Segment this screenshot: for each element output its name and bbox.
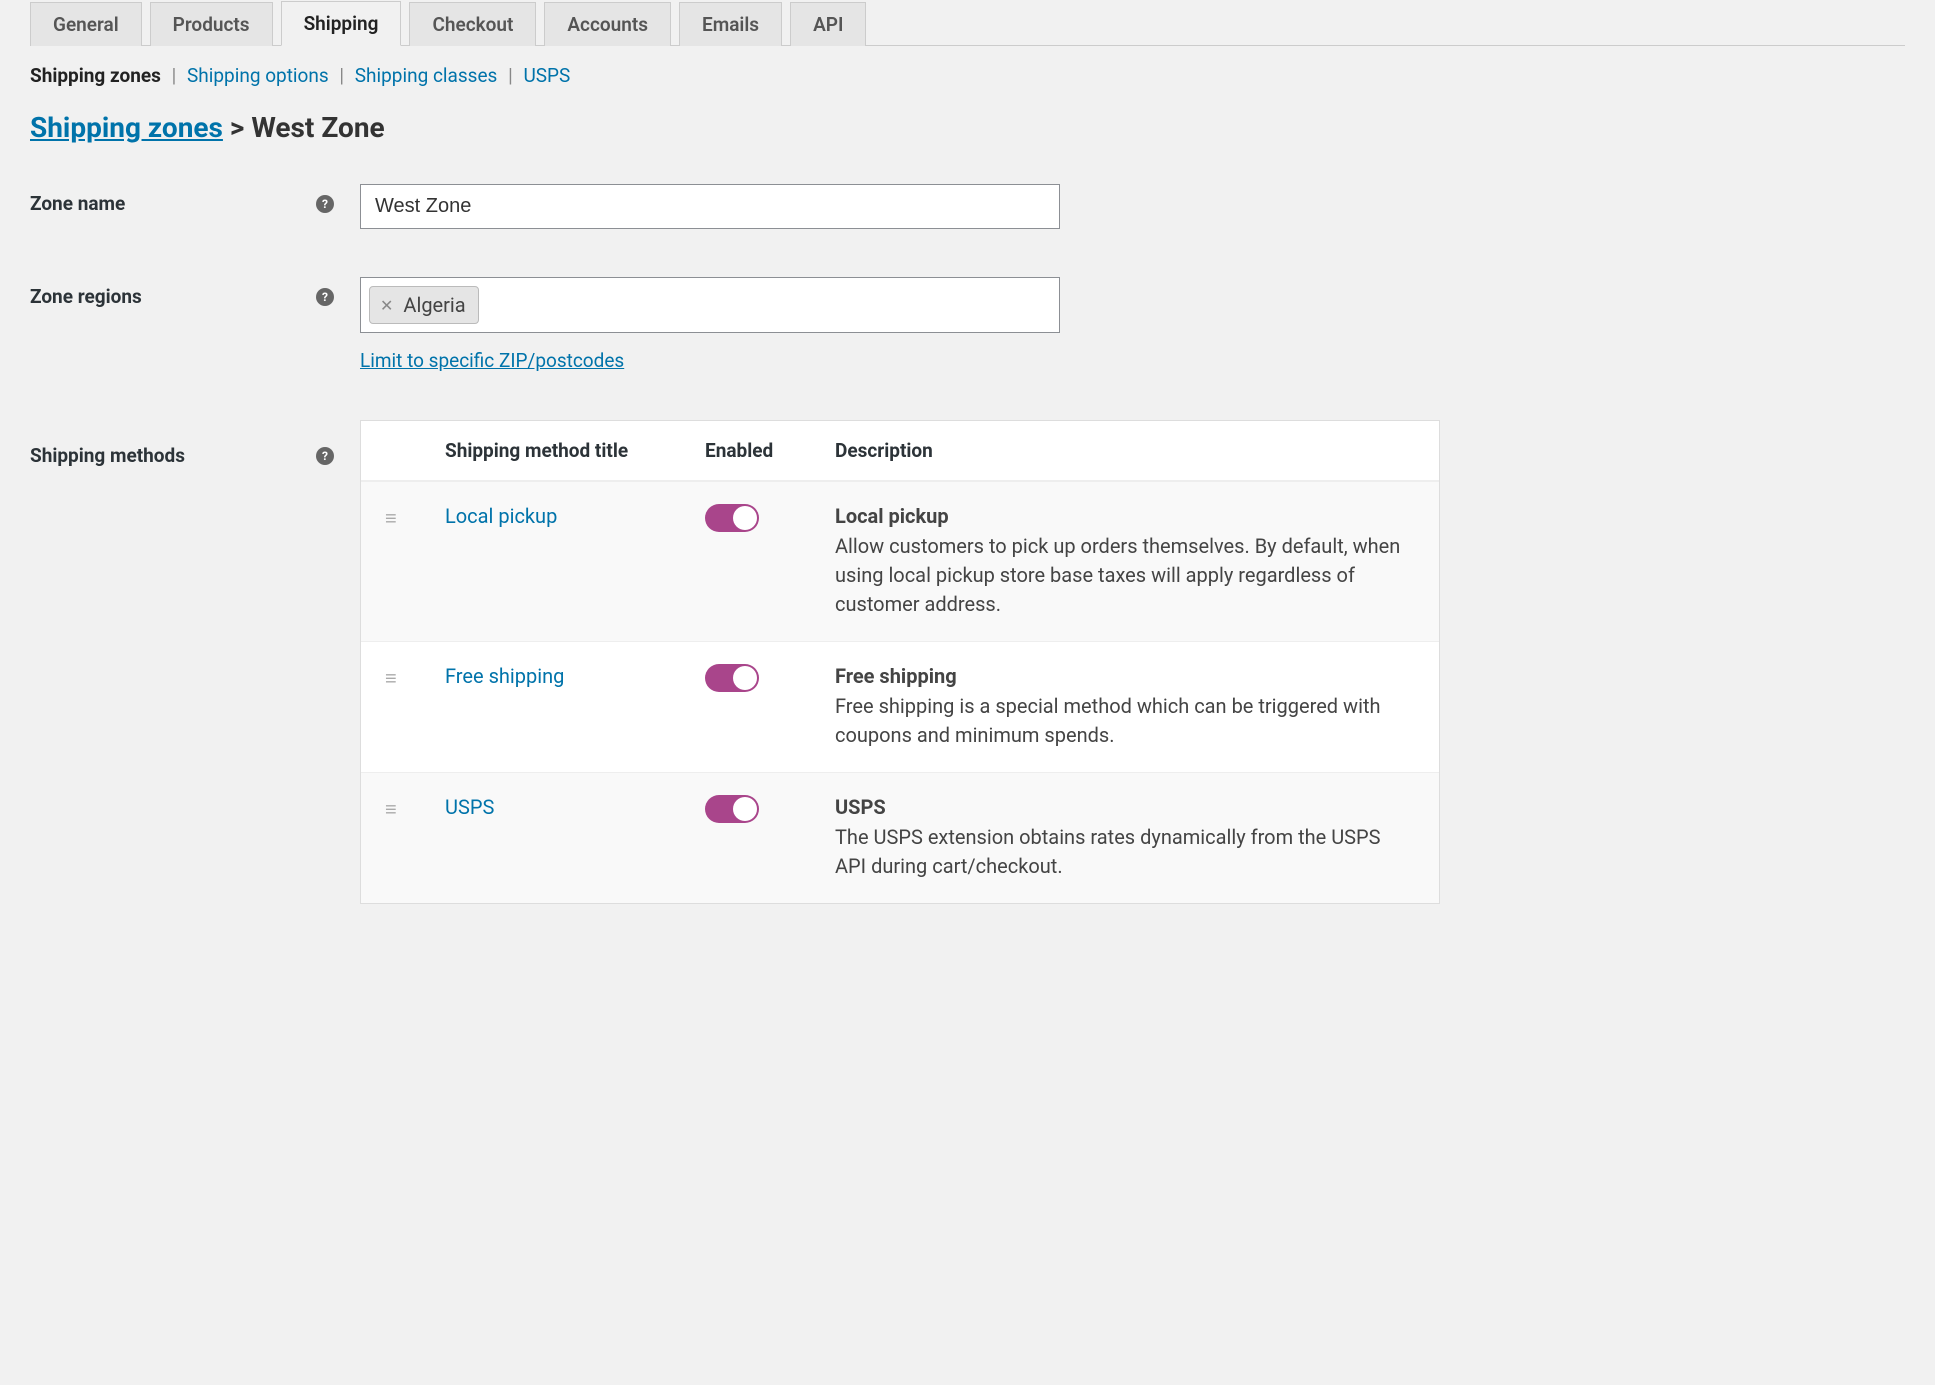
remove-tag-icon[interactable]: ✕	[380, 296, 393, 315]
method-desc-text: Allow customers to pick up orders themse…	[835, 532, 1415, 619]
table-row: ≡ Local pickup Local pickup Allow custom…	[361, 481, 1439, 641]
subnav-shipping-classes[interactable]: Shipping classes	[355, 64, 498, 87]
row-zone-regions: Zone regions ? ✕ Algeria Limit to specif…	[30, 277, 1905, 372]
help-icon[interactable]: ?	[316, 447, 334, 465]
settings-tabs: General Products Shipping Checkout Accou…	[30, 0, 1905, 46]
subnav-separator: |	[339, 64, 344, 87]
subnav-shipping-zones[interactable]: Shipping zones	[30, 64, 161, 87]
limit-zip-link[interactable]: Limit to specific ZIP/postcodes	[360, 349, 624, 372]
subnav-shipping-options[interactable]: Shipping options	[187, 64, 329, 87]
table-row: ≡ USPS USPS The USPS extension obtains r…	[361, 772, 1439, 903]
method-desc-title: USPS	[835, 795, 1415, 819]
row-zone-name: Zone name ?	[30, 184, 1905, 229]
tab-api[interactable]: API	[790, 2, 866, 46]
tab-shipping[interactable]: Shipping	[281, 1, 402, 46]
tab-accounts[interactable]: Accounts	[544, 2, 671, 46]
method-link-usps[interactable]: USPS	[445, 795, 494, 819]
region-tag-label: Algeria	[403, 293, 465, 317]
breadcrumb-parent-link[interactable]: Shipping zones	[30, 111, 223, 144]
zone-regions-label: Zone regions	[30, 285, 142, 308]
tab-general[interactable]: General	[30, 2, 142, 46]
breadcrumb-current: West Zone	[251, 111, 384, 144]
table-header: Shipping method title Enabled Descriptio…	[361, 421, 1439, 481]
drag-handle-icon[interactable]: ≡	[385, 795, 445, 819]
shipping-methods-table: Shipping method title Enabled Descriptio…	[360, 420, 1440, 904]
row-shipping-methods: Shipping methods ? Shipping method title…	[30, 420, 1905, 904]
zone-name-label: Zone name	[30, 192, 125, 215]
shipping-subnav: Shipping zones | Shipping options | Ship…	[30, 64, 1905, 87]
subnav-separator: |	[172, 64, 177, 87]
enabled-toggle[interactable]	[705, 504, 759, 532]
enabled-toggle[interactable]	[705, 664, 759, 692]
col-description: Description	[835, 439, 1415, 462]
method-link-free-shipping[interactable]: Free shipping	[445, 664, 564, 688]
tab-products[interactable]: Products	[150, 2, 273, 46]
zone-regions-input[interactable]: ✕ Algeria	[360, 277, 1060, 333]
zone-name-input[interactable]	[360, 184, 1060, 229]
subnav-usps[interactable]: USPS	[523, 64, 570, 87]
drag-handle-icon[interactable]: ≡	[385, 504, 445, 528]
region-tag: ✕ Algeria	[369, 286, 479, 324]
help-icon[interactable]: ?	[316, 195, 334, 213]
col-title: Shipping method title	[445, 439, 705, 462]
method-desc-text: The USPS extension obtains rates dynamic…	[835, 823, 1415, 881]
tab-emails[interactable]: Emails	[679, 2, 782, 46]
method-desc-text: Free shipping is a special method which …	[835, 692, 1415, 750]
method-link-local-pickup[interactable]: Local pickup	[445, 504, 557, 528]
method-desc-title: Free shipping	[835, 664, 1415, 688]
col-enabled: Enabled	[705, 439, 835, 462]
tab-checkout[interactable]: Checkout	[409, 2, 536, 46]
breadcrumb-separator: >	[230, 111, 244, 144]
help-icon[interactable]: ?	[316, 288, 334, 306]
method-desc-title: Local pickup	[835, 504, 1415, 528]
subnav-separator: |	[508, 64, 513, 87]
drag-handle-icon[interactable]: ≡	[385, 664, 445, 688]
enabled-toggle[interactable]	[705, 795, 759, 823]
breadcrumb: Shipping zones > West Zone	[30, 111, 1905, 144]
table-row: ≡ Free shipping Free shipping Free shipp…	[361, 641, 1439, 772]
shipping-methods-label: Shipping methods	[30, 444, 185, 467]
